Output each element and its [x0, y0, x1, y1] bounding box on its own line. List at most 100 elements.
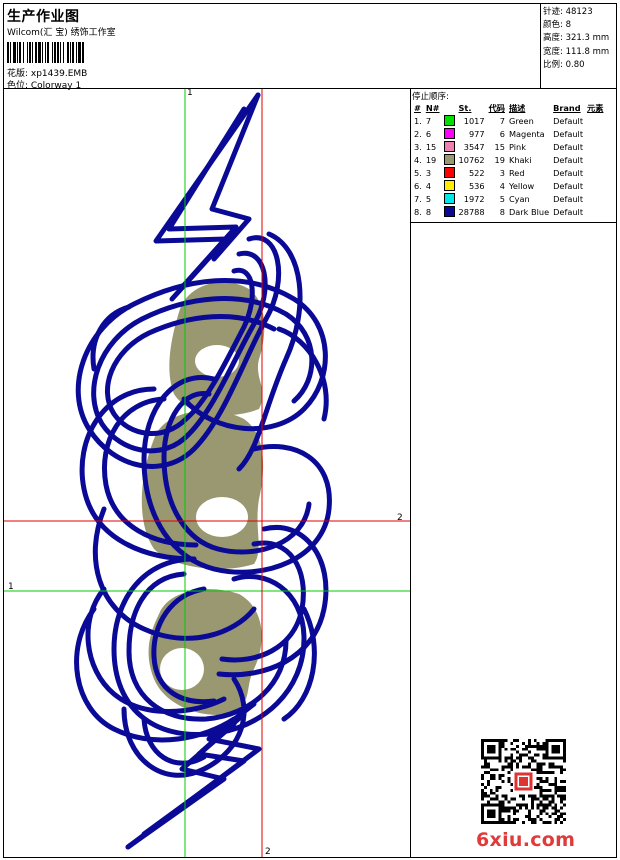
row-code: 19 — [494, 154, 505, 165]
row-needle: 15 — [425, 141, 437, 152]
green-axis-label-top: 1 — [187, 88, 193, 98]
row-element — [585, 140, 605, 153]
thread-row: 4. 19 10762 19 Khaki Default — [412, 153, 605, 166]
row-code: 4 — [499, 180, 505, 191]
row-element — [585, 153, 605, 166]
stat-scale: 比例: 0.80 — [543, 59, 585, 70]
row-index: 7. — [414, 193, 422, 204]
row-code: 7 — [499, 115, 505, 126]
row-code: 5 — [499, 193, 505, 204]
color-swatch — [443, 206, 455, 217]
stat-stitches: 针迹: 48123 — [543, 7, 593, 17]
thread-row: 6. 4 536 4 Yellow Default — [412, 179, 605, 192]
thread-row: 2. 6 977 6 Magenta Default — [412, 127, 605, 140]
row-stitches: 1017 — [463, 115, 485, 126]
red-axis-label-right: 2 — [397, 513, 403, 523]
row-index: 4. — [414, 154, 422, 165]
row-brand: Default — [553, 206, 584, 217]
row-stitches: 536 — [468, 180, 485, 191]
embroidery-design — [4, 89, 410, 857]
col-description: 描述 — [508, 102, 526, 113]
row-stitches: 1972 — [463, 193, 485, 204]
row-description: Khaki — [508, 154, 532, 165]
stat-colors: 颜色: 8 — [543, 20, 571, 31]
row-index: 3. — [414, 141, 422, 152]
row-swatch — [442, 140, 457, 153]
row-brand: Default — [553, 128, 584, 139]
row-code: 8 — [499, 206, 505, 217]
barcode — [7, 42, 133, 63]
thread-table-header: # N# St. 代码 描述 Brand 元素 — [412, 101, 605, 114]
thread-row: 1. 7 1017 7 Green Default — [412, 114, 605, 127]
col-needle: N# — [425, 102, 440, 113]
thread-row: 8. 8 28788 8 Dark Blue Default — [412, 205, 605, 218]
red-axis-label-bottom: 2 — [265, 847, 271, 857]
row-needle: 8 — [425, 206, 432, 217]
row-brand: Default — [553, 115, 584, 126]
row-description: Red — [508, 167, 525, 178]
row-brand: Default — [553, 193, 584, 204]
stat-width: 宽度: 111.8 mm — [543, 46, 610, 57]
row-needle: 3 — [425, 167, 432, 178]
qr-code — [481, 739, 566, 824]
watermark-logo: 6xiu.com — [476, 829, 576, 851]
header-panel: 生产作业图 Wilcom(汇 宝) 绣饰工作室 花版: xp1439.EMB 色… — [3, 3, 541, 91]
row-code: 6 — [499, 128, 505, 139]
row-needle: 5 — [425, 193, 432, 204]
col-index: # — [414, 102, 421, 113]
row-stitches: 522 — [468, 167, 485, 178]
row-needle: 6 — [425, 128, 432, 139]
thread-row: 7. 5 1972 5 Cyan Default — [412, 192, 605, 205]
row-stitches: 10762 — [458, 154, 485, 165]
row-brand: Default — [553, 180, 584, 191]
page-title: 生产作业图 — [7, 9, 80, 25]
row-brand: Default — [553, 141, 584, 152]
row-brand: Default — [553, 154, 584, 165]
khaki-fill — [141, 281, 265, 715]
row-element — [585, 205, 605, 218]
color-swatch — [443, 193, 455, 204]
row-element — [585, 127, 605, 140]
col-element: 元素 — [587, 102, 604, 113]
row-element — [585, 114, 605, 127]
row-stitches: 977 — [468, 128, 485, 139]
row-swatch — [442, 179, 457, 192]
row-element — [585, 179, 605, 192]
row-description: Yellow — [508, 180, 535, 191]
row-swatch — [442, 166, 457, 179]
color-swatch — [443, 128, 455, 139]
row-description: Dark Blue — [508, 206, 550, 217]
row-needle: 7 — [425, 115, 432, 126]
row-code: 3 — [499, 167, 505, 178]
color-swatch — [443, 180, 455, 191]
design-canvas: 1 1 2 2 — [3, 88, 411, 858]
col-stitches: St. — [458, 102, 472, 113]
row-description: Cyan — [508, 193, 530, 204]
row-index: 6. — [414, 180, 422, 191]
design-stats: 针迹: 48123 颜色: 8 高度: 321.3 mm 宽度: 111.8 m… — [540, 3, 617, 89]
row-description: Green — [508, 115, 534, 126]
color-swatch — [443, 115, 455, 126]
row-swatch — [442, 127, 457, 140]
thread-row: 3. 15 3547 15 Pink Default — [412, 140, 605, 153]
row-index: 1. — [414, 115, 422, 126]
row-description: Pink — [508, 141, 526, 152]
row-swatch — [442, 205, 457, 218]
green-axis-label-left: 1 — [8, 582, 14, 592]
row-element — [585, 166, 605, 179]
thread-row: 5. 3 522 3 Red Default — [412, 166, 605, 179]
color-sequence-panel: 停止顺序: # N# St. 代码 描述 Brand 元素 1. 7 1017 7 Gr… — [410, 88, 617, 858]
stop-sequence: 停止顺序: # N# St. 代码 描述 Brand 元素 1. 7 1017 7 Gr… — [411, 89, 616, 223]
row-index: 2. — [414, 128, 422, 139]
color-swatch — [443, 167, 455, 178]
row-stitches: 3547 — [463, 141, 485, 152]
row-index: 5. — [414, 167, 422, 178]
stat-height: 高度: 321.3 mm — [543, 33, 610, 44]
row-code: 15 — [494, 141, 505, 152]
row-needle: 19 — [425, 154, 437, 165]
col-code: 代码 — [488, 102, 505, 113]
row-swatch — [442, 192, 457, 205]
row-brand: Default — [553, 167, 584, 178]
row-stitches: 28788 — [458, 206, 485, 217]
row-swatch — [442, 153, 457, 166]
